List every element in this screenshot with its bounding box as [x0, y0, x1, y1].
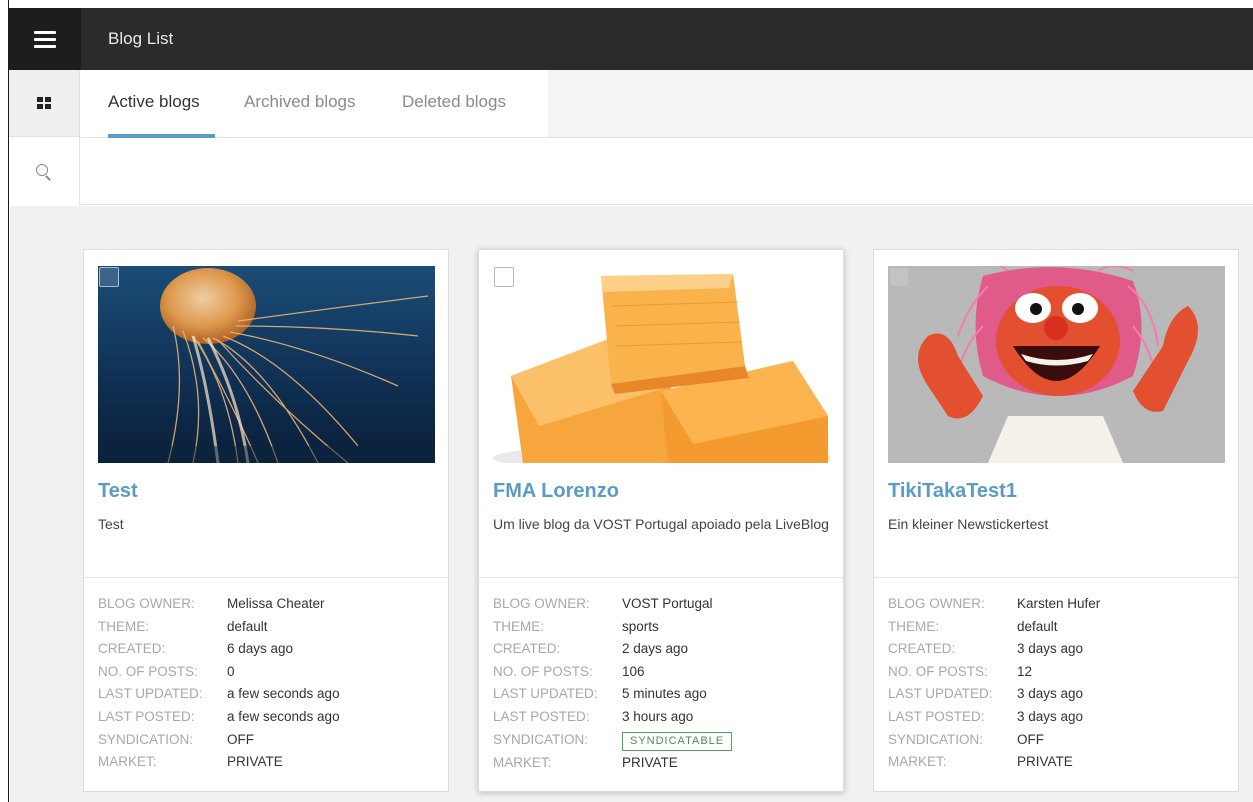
blog-owner: VOST Portugal — [622, 596, 713, 611]
blog-syndication: OFF — [227, 731, 254, 747]
grid-view-icon — [36, 96, 52, 110]
blog-created: 2 days ago — [622, 641, 689, 657]
meta-label-market: MARKET: — [888, 754, 947, 770]
meta-label-created: CREATED: — [98, 641, 166, 657]
meta-label-theme: THEME: — [98, 618, 150, 634]
meta-label-market: MARKET: — [493, 754, 552, 770]
blog-market: PRIVATE — [227, 754, 283, 770]
blog-post-count: 12 — [1017, 663, 1033, 679]
blog-meta: BLOG OWNER: VOST Portugal THEME: sports CR… — [493, 593, 833, 775]
meta-label-posts: NO. OF POSTS: — [493, 663, 593, 679]
search-icon — [36, 163, 52, 181]
blog-title[interactable]: TikiTakaTest1 — [888, 480, 1017, 503]
meta-label-last-updated: LAST UPDATED: — [493, 686, 598, 702]
card-divider — [479, 577, 843, 578]
meta-label-last-posted: LAST POSTED: — [493, 708, 590, 724]
search-button[interactable] — [9, 138, 80, 205]
blog-card[interactable]: TikiTakaTest1 Ein kleiner Newstickertest… — [873, 249, 1239, 792]
search-bar — [81, 138, 1253, 205]
meta-label-theme: THEME: — [493, 618, 545, 634]
blog-card[interactable]: Test Test BLOG OWNER: Melissa Cheater THE… — [83, 249, 449, 792]
blog-owner: Melissa Cheater — [227, 596, 325, 611]
blog-theme: default — [1017, 618, 1058, 634]
meta-label-posts: NO. OF POSTS: — [888, 663, 988, 679]
meta-label-last-updated: LAST UPDATED: — [98, 686, 203, 702]
card-divider — [84, 577, 448, 578]
meta-label-theme: THEME: — [888, 618, 940, 634]
blog-meta: BLOG OWNER: Melissa Cheater THEME: default… — [98, 593, 438, 774]
search-input[interactable] — [89, 148, 1239, 194]
meta-label-last-updated: LAST UPDATED: — [888, 686, 993, 702]
blog-thumbnail-orange-blocks — [493, 266, 830, 463]
blog-description: Ein kleiner Newstickertest — [888, 516, 1049, 532]
blog-meta: BLOG OWNER: Karsten Hufer THEME: default C… — [888, 593, 1228, 774]
meta-label-last-posted: LAST POSTED: — [888, 708, 985, 724]
tab-archived-blogs[interactable]: Archived blogs — [244, 70, 356, 138]
grid-view-button[interactable] — [9, 70, 80, 137]
blog-market: PRIVATE — [1017, 754, 1073, 770]
meta-label-syndication: SYNDICATION: — [493, 731, 589, 747]
select-checkbox[interactable] — [494, 267, 514, 287]
select-checkbox[interactable] — [889, 267, 909, 287]
blog-market: PRIVATE — [622, 754, 678, 770]
blog-created: 3 days ago — [1017, 641, 1084, 657]
meta-label-owner: BLOG OWNER: — [888, 596, 985, 611]
select-checkbox[interactable] — [99, 267, 119, 287]
window-frame-left — [0, 0, 9, 802]
hamburger-menu-icon — [34, 30, 56, 48]
top-bar — [9, 8, 1253, 70]
blog-theme: sports — [622, 618, 659, 634]
window-frame-top — [0, 0, 1253, 8]
meta-label-syndication: SYNDICATION: — [98, 731, 194, 747]
blog-description: Test — [98, 516, 124, 532]
tab-active-blogs[interactable]: Active blogs — [108, 70, 200, 138]
blog-title[interactable]: FMA Lorenzo — [493, 480, 619, 503]
blog-card[interactable]: FMA Lorenzo Um live blog da VOST Portuga… — [478, 249, 844, 792]
blog-syndication: OFF — [1017, 731, 1044, 747]
blog-post-count: 106 — [622, 663, 645, 679]
blog-owner: Karsten Hufer — [1017, 596, 1101, 611]
meta-label-market: MARKET: — [98, 754, 157, 770]
blog-post-count: 0 — [227, 663, 235, 679]
blog-thumbnail-jellyfish — [98, 266, 435, 463]
blog-last-updated: 3 days ago — [1017, 686, 1084, 702]
hamburger-menu-button[interactable] — [9, 8, 81, 70]
meta-label-last-posted: LAST POSTED: — [98, 708, 195, 724]
blog-theme: default — [227, 618, 268, 634]
tab-deleted-blogs[interactable]: Deleted blogs — [402, 70, 506, 138]
blog-last-posted: 3 hours ago — [622, 708, 694, 724]
meta-label-syndication: SYNDICATION: — [888, 731, 984, 747]
blog-created: 6 days ago — [227, 641, 294, 657]
card-divider — [874, 577, 1238, 578]
meta-label-created: CREATED: — [888, 641, 956, 657]
blog-last-posted: a few seconds ago — [227, 708, 340, 724]
meta-label-posts: NO. OF POSTS: — [98, 663, 198, 679]
blog-thumbnail-muppet — [888, 266, 1225, 463]
meta-label-owner: BLOG OWNER: — [98, 596, 195, 611]
blog-last-posted: 3 days ago — [1017, 708, 1084, 724]
blog-last-updated: a few seconds ago — [227, 686, 340, 702]
syndicatable-badge: SYNDICATABLE — [622, 731, 733, 751]
blog-last-updated: 5 minutes ago — [622, 686, 707, 702]
meta-label-created: CREATED: — [493, 641, 561, 657]
blog-title[interactable]: Test — [98, 480, 138, 503]
meta-label-owner: BLOG OWNER: — [493, 596, 590, 611]
page-title: Blog List — [108, 29, 174, 48]
blog-description: Um live blog da VOST Portugal apoiado pe… — [493, 516, 829, 532]
